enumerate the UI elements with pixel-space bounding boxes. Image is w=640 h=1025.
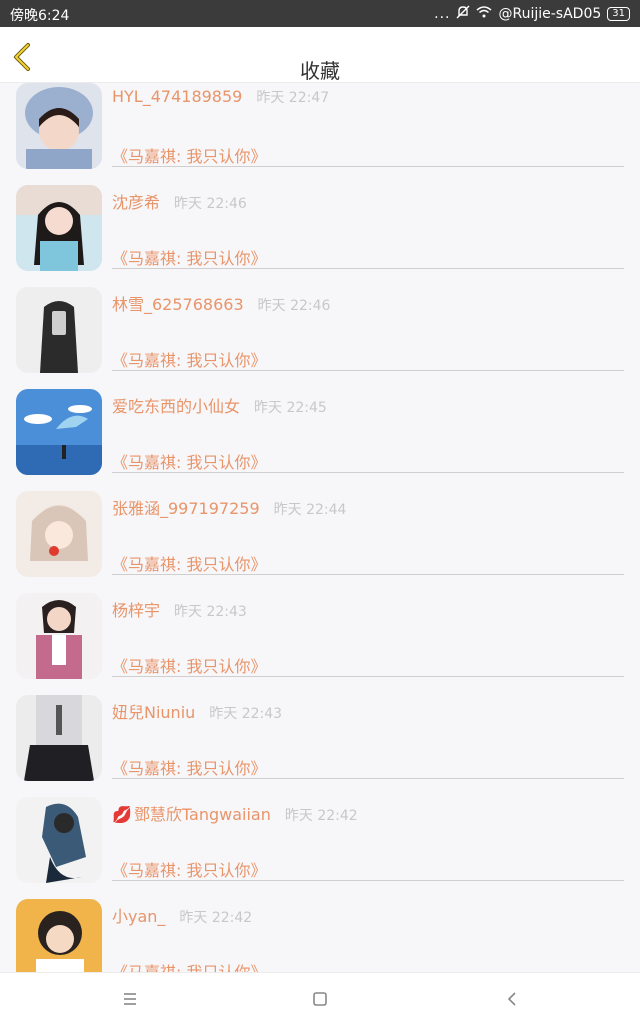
- timestamp: 昨天 22:42: [284, 808, 358, 824]
- avatar[interactable]: [16, 797, 102, 883]
- user-name[interactable]: 小yan_ 昨天 22:42: [112, 903, 252, 927]
- song-title[interactable]: 《马嘉祺: 我只认你》: [112, 653, 266, 677]
- menu-button[interactable]: [118, 987, 142, 1011]
- avatar[interactable]: [16, 899, 102, 972]
- list-item[interactable]: HYL_474189859 昨天 22:47 《马嘉祺: 我只认你》: [0, 83, 640, 185]
- network-name: @Ruijie-sAD05: [498, 6, 602, 22]
- user-name[interactable]: 林雪_625768663 昨天 22:46: [112, 291, 330, 315]
- song-title[interactable]: 《马嘉祺: 我只认你》: [112, 245, 266, 269]
- avatar[interactable]: [16, 185, 102, 271]
- navigation-bar: [0, 972, 640, 1025]
- avatar[interactable]: [16, 593, 102, 679]
- divider: [112, 778, 624, 779]
- timestamp: 昨天 22:47: [256, 90, 330, 106]
- wifi-icon: [476, 6, 492, 22]
- timestamp: 昨天 22:46: [174, 196, 247, 212]
- list-item[interactable]: 爱吃东西的小仙女 昨天 22:45 《马嘉祺: 我只认你》: [0, 389, 640, 491]
- song-title[interactable]: 《马嘉祺: 我只认你》: [112, 551, 266, 575]
- home-icon: [313, 992, 327, 1006]
- user-name[interactable]: 张雅涵_997197259 昨天 22:44: [112, 495, 346, 519]
- mute-bell-icon: [456, 5, 470, 23]
- battery-icon: 31: [607, 7, 630, 21]
- timestamp: 昨天 22:44: [273, 502, 347, 518]
- status-dots: ...: [434, 6, 451, 22]
- list-item[interactable]: 杨梓宇 昨天 22:43 《马嘉祺: 我只认你》: [0, 593, 640, 695]
- song-title[interactable]: 《马嘉祺: 我只认你》: [112, 143, 266, 167]
- home-button[interactable]: [308, 987, 332, 1011]
- user-name[interactable]: 沈彦希 昨天 22:46: [112, 189, 247, 213]
- back-icon: [507, 992, 516, 1006]
- list-item[interactable]: 沈彦希 昨天 22:46 《马嘉祺: 我只认你》: [0, 185, 640, 287]
- lips-icon: 💋: [112, 805, 132, 824]
- divider: [112, 166, 624, 167]
- avatar[interactable]: [16, 389, 102, 475]
- divider: [112, 370, 624, 371]
- header: 收藏: [0, 27, 640, 83]
- avatar[interactable]: [16, 83, 102, 169]
- song-title[interactable]: 《马嘉祺: 我只认你》: [112, 959, 266, 972]
- nav-back-button[interactable]: [500, 987, 524, 1011]
- user-name[interactable]: 杨梓宇 昨天 22:43: [112, 597, 247, 621]
- status-bar: 傍晚6:24 ... @Ruijie-sAD05 31: [0, 0, 640, 27]
- avatar[interactable]: [16, 287, 102, 373]
- list-item[interactable]: 林雪_625768663 昨天 22:46 《马嘉祺: 我只认你》: [0, 287, 640, 389]
- list-item[interactable]: 💋 鄧慧欣Tangwaiian 昨天 22:42 《马嘉祺: 我只认你》: [0, 797, 640, 899]
- user-name[interactable]: HYL_474189859 昨天 22:47: [112, 87, 329, 107]
- user-name[interactable]: 爱吃东西的小仙女 昨天 22:45: [112, 393, 327, 417]
- timestamp: 昨天 22:45: [254, 400, 327, 416]
- song-title[interactable]: 《马嘉祺: 我只认你》: [112, 449, 266, 473]
- list-item[interactable]: 小yan_昨天 22:42 《马嘉祺: 我只认你》: [0, 899, 640, 972]
- divider: [112, 676, 624, 677]
- song-title[interactable]: 《马嘉祺: 我只认你》: [112, 755, 266, 779]
- timestamp: 昨天 22:43: [174, 604, 247, 620]
- status-right: ... @Ruijie-sAD05 31: [434, 5, 630, 23]
- divider: [112, 574, 624, 575]
- menu-icon: [124, 993, 136, 1005]
- list-item[interactable]: 妞兒Niuniu 昨天 22:43 《马嘉祺: 我只认你》: [0, 695, 640, 797]
- user-name[interactable]: 妞兒Niuniu 昨天 22:43: [112, 699, 282, 723]
- divider: [112, 880, 624, 881]
- status-time: 傍晚6:24: [10, 8, 70, 24]
- avatar[interactable]: [16, 695, 102, 781]
- divider: [112, 268, 624, 269]
- avatar[interactable]: [16, 491, 102, 577]
- page-title: 收藏: [300, 59, 340, 83]
- list-item[interactable]: 张雅涵_997197259 昨天 22:44 《马嘉祺: 我只认你》: [0, 491, 640, 593]
- user-name[interactable]: 💋 鄧慧欣Tangwaiian 昨天 22:42: [112, 801, 358, 825]
- song-title[interactable]: 《马嘉祺: 我只认你》: [112, 857, 266, 881]
- timestamp: 昨天 22:46: [257, 298, 331, 314]
- timestamp: 昨天 22:42: [179, 910, 253, 926]
- divider: [112, 472, 624, 473]
- song-title[interactable]: 《马嘉祺: 我只认你》: [112, 347, 266, 371]
- favorites-list: HYL_474189859 昨天 22:47 《马嘉祺: 我只认你》 沈彦希 昨天 …: [0, 83, 640, 972]
- timestamp: 昨天 22:43: [209, 706, 283, 722]
